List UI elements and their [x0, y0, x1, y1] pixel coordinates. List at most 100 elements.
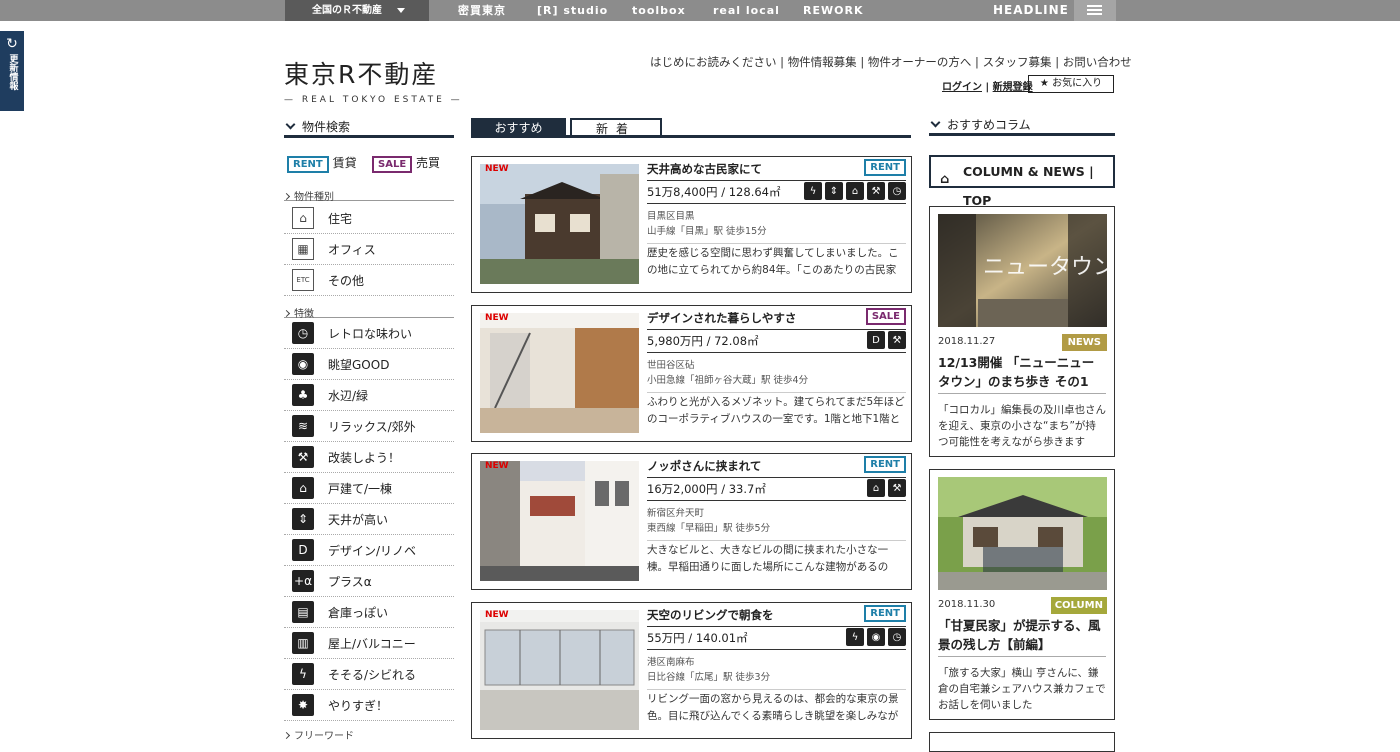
rent-filter[interactable]: RENT 賃貸 [287, 154, 357, 173]
lightning-icon: ϟ [292, 663, 314, 685]
category-label: リラックス/郊外 [328, 419, 416, 434]
link-separator: | [856, 55, 868, 69]
new-label: NEW [485, 610, 509, 620]
feature-icon: ⚒ [867, 182, 885, 200]
category-label: そそる/シビれる [328, 667, 417, 682]
login-link[interactable]: ログイン [942, 82, 982, 93]
category-label: その他 [328, 273, 365, 288]
nav-link-toolbox[interactable]: toolbox [632, 0, 686, 21]
listing-area: 目黒区目黒 [647, 211, 695, 222]
listing-photo[interactable] [480, 461, 639, 581]
listing-card[interactable]: NEW 天井高めな古民家にて RENT 51万8,400円 / 128.64㎡ ϟ ⇕ ⌂ ⚒… [471, 156, 912, 293]
register-link[interactable]: 新規登録 [993, 82, 1033, 93]
listing-features: ⌂ ⚒ [867, 479, 906, 497]
logo-japanese: 東京R不動産 [284, 60, 439, 89]
category-item[interactable]: ⚒ 改装しよう！ [284, 442, 454, 473]
category-item[interactable]: ⌂ 戸建て/一棟 [284, 473, 454, 504]
tab-new[interactable]: 新着 [570, 118, 662, 138]
updates-side-tab-label: 更新情報 [7, 54, 18, 90]
category-item[interactable]: ◉ 眺望GOOD [284, 349, 454, 380]
office-building-icon: ▦ [292, 238, 314, 260]
category-item[interactable]: ETC その他 [284, 265, 454, 296]
category-item[interactable]: ▤ 倉庫っぽい [284, 597, 454, 628]
listing-type-badge: RENT [864, 159, 906, 176]
category-label: 戸建て/一棟 [328, 481, 393, 496]
listing-card[interactable]: NEW 天空のリビングで朝食を RENT 55万円 / 140.01㎡ ϟ ◉ ◷ 港区南麻布… [471, 602, 912, 739]
nav-link-mitsubai[interactable]: 密買東京 [458, 0, 506, 21]
category-item[interactable]: ▥ 屋上/バルコニー [284, 628, 454, 659]
nav-link-rework[interactable]: REWORK [803, 0, 863, 21]
feature-icon: ϟ [804, 182, 822, 200]
category-item[interactable]: ✸ やりすぎ！ [284, 690, 454, 721]
listing-title[interactable]: デザインされた暮らしやすさ [647, 310, 796, 326]
column-card[interactable]: 2018.11.30 COLUMN 「甘夏民家」が提示する、風景の残し方【前編】… [929, 469, 1115, 720]
listing-title[interactable]: ノッポさんに挟まれて [647, 458, 761, 474]
listing-type-badge: SALE [865, 308, 906, 325]
column-card[interactable]: ニュータウン 2018.11.27 NEWS 12/13開催 「ニューニュータウ… [929, 206, 1115, 457]
column-news-top-button[interactable]: ⌂ COLUMN & NEWS | TOP [929, 155, 1115, 208]
category-item[interactable]: D デザイン/リノベ [284, 535, 454, 566]
listing-description: 大きなビルと、大きなビルの間に挟まれた小さな一棟。早稲田通りに面した場所にこんな… [647, 540, 906, 576]
feature-heading: 特徴 [282, 305, 454, 320]
property-type-heading: 物件種別 [282, 188, 454, 203]
category-item[interactable]: ⇕ 天井が高い [284, 504, 454, 535]
header-link-owners[interactable]: 物件オーナーの方へ [868, 55, 972, 69]
header-link-contact[interactable]: お問い合わせ [1063, 55, 1132, 69]
category-item[interactable]: ♣ 水辺/緑 [284, 380, 454, 411]
photo-overlay-text: ニュータウン [983, 255, 1107, 280]
nav-link-r-studio[interactable]: [R] studio [537, 0, 608, 21]
feature-icon: D [867, 331, 885, 349]
menu-icon[interactable] [1074, 0, 1116, 21]
category-label: デザイン/リノベ [328, 543, 417, 558]
category-item[interactable]: ϟ そそる/シビれる [284, 659, 454, 690]
header-link-guide[interactable]: はじめにお読みください [650, 55, 777, 69]
headline-link[interactable]: HEADLINE [993, 0, 1069, 21]
column-photo: ニュータウン [938, 214, 1107, 327]
nav-link-real-local[interactable]: real local [713, 0, 780, 21]
listing-card[interactable]: NEW デザインされた暮らしやすさ SALE 5,980万円 / 72.08㎡ D ⚒ 世田… [471, 305, 912, 442]
category-item[interactable]: ▦ オフィス [284, 234, 454, 265]
listing-photo[interactable] [480, 610, 639, 730]
feature-icon: ◷ [888, 628, 906, 646]
rent-badge: RENT [287, 156, 329, 173]
listing-description: 歴史を感じる空間に思わず興奮してしまいました。この地に立てられてから約84年。「… [647, 243, 906, 279]
renovate-drill-icon: ⚒ [292, 446, 314, 468]
category-item[interactable]: +α プラスα [284, 566, 454, 597]
listing-photo[interactable] [480, 164, 639, 284]
region-dropdown[interactable]: 全国のＲ不動産 [285, 0, 429, 21]
category-label: やりすぎ！ [328, 698, 389, 713]
category-item[interactable]: ◷ レトロな味わい [284, 318, 454, 349]
new-label: NEW [485, 164, 509, 174]
category-label: 眺望GOOD [328, 357, 390, 372]
column-desc: 「コロカル」編集長の及川卓也さんを迎え、東京の小さな“まち”が持つ可能性を考えな… [938, 404, 1106, 448]
site-logo[interactable]: 東京R不動産 — REAL TOKYO ESTATE — [284, 55, 463, 105]
listing-photo[interactable] [480, 313, 639, 433]
updates-side-tab[interactable]: ↻ 更新情報 [0, 31, 24, 111]
freeword-heading[interactable]: フリーワード [282, 727, 354, 742]
header-link-recruit-property[interactable]: 物件情報募集 [788, 55, 857, 69]
link-separator: | [776, 55, 788, 69]
listing-title[interactable]: 天空のリビングで朝食を [647, 607, 774, 623]
category-label: 住宅 [328, 211, 353, 226]
burst-icon: ✸ [292, 694, 314, 716]
listing-title[interactable]: 天井高めな古民家にて [647, 161, 762, 177]
detached-house-icon: ⌂ [292, 477, 314, 499]
chevron-down-icon [397, 8, 405, 13]
listing-card[interactable]: NEW ノッポさんに挟まれて RENT 16万2,000円 / 33.7㎡ ⌂ ⚒ 新宿区弁… [471, 453, 912, 590]
column-title: 「甘夏民家」が提示する、風景の残し方【前編】 [938, 616, 1106, 657]
sale-filter[interactable]: SALE 売買 [372, 154, 440, 173]
retro-clock-icon: ◷ [292, 322, 314, 344]
column-date: 2018.11.27 [938, 336, 996, 347]
category-item[interactable]: ≋ リラックス/郊外 [284, 411, 454, 442]
waterside-icon: ♣ [292, 384, 314, 406]
region-dropdown-label: 全国のＲ不動産 [312, 5, 382, 16]
column-heading[interactable]: おすすめコラム [929, 116, 1115, 136]
header-link-staff[interactable]: スタッフ募集 [983, 55, 1052, 69]
category-item[interactable]: ⌂ 住宅 [284, 203, 454, 234]
listing-area: 港区南麻布 [647, 657, 695, 668]
column-card[interactable] [929, 732, 1115, 752]
tab-recommended[interactable]: おすすめ [471, 118, 566, 138]
listing-station: 東西線「早稲田」駅 徒歩5分 [647, 523, 771, 534]
search-heading[interactable]: 物件検索 [284, 118, 454, 138]
favorites-button[interactable]: ★ お気に入り [1028, 75, 1114, 93]
